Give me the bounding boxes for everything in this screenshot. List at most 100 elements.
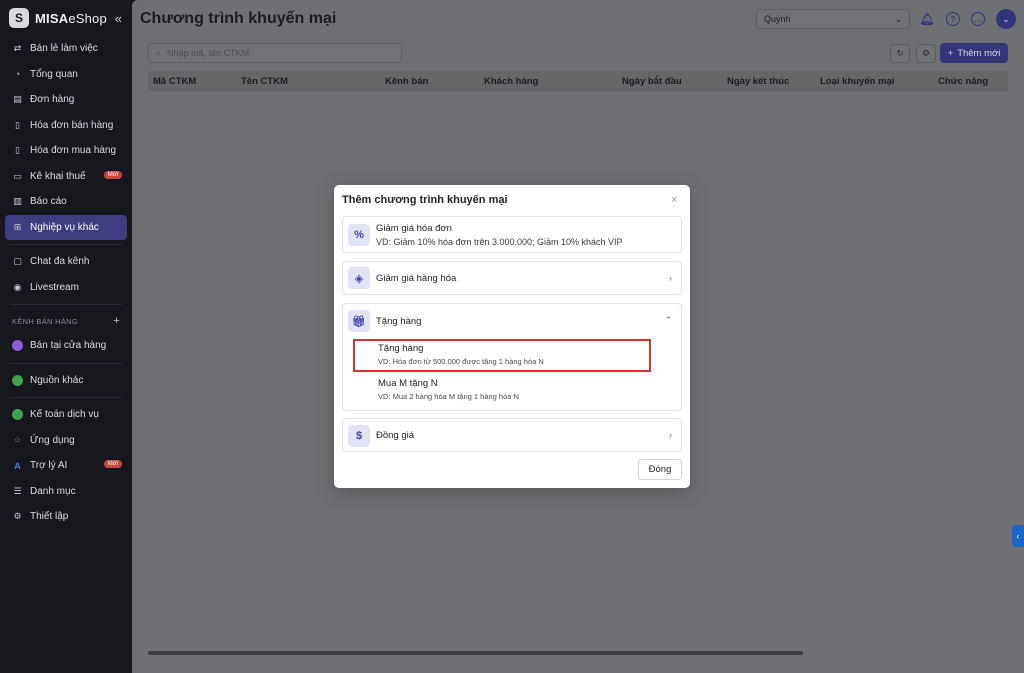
plus-icon: +: [947, 47, 954, 59]
chevron-down-icon: ⌄: [895, 14, 902, 24]
sidebar-item-chat[interactable]: ▢ Chat đa kênh: [0, 249, 132, 275]
sidebar-item-apps[interactable]: ⁘ Ứng dụng: [0, 428, 132, 454]
sidebar-item-label: Hóa đơn mua hàng: [30, 145, 117, 157]
other-source-channel-icon: [12, 374, 23, 386]
gift-icon: 🎁︎: [348, 310, 370, 332]
option-desc: VD: Giảm 10% hóa đơn trên 3.000.000; Giả…: [376, 237, 623, 247]
add-new-label: Thêm mới: [957, 47, 1001, 59]
apps-icon: ⁘: [13, 434, 22, 445]
add-promotion-dialog: Thêm chương trình khuyến mại × % Giảm gi…: [334, 185, 690, 488]
sidebar-item-accounting[interactable]: Kế toán dịch vụ: [0, 402, 132, 428]
add-channel-icon[interactable]: +: [113, 315, 120, 327]
search-icon: ⌕: [156, 47, 162, 58]
search-input[interactable]: ⌕ Nhập mã, tên CTKM: [148, 43, 402, 63]
sidebar-divider: [10, 362, 122, 364]
chat-icon: ▢: [13, 256, 22, 267]
sidebar-item-label: Nguồn khác: [30, 374, 84, 386]
new-badge: Mới: [103, 460, 122, 468]
dialog-title: Thêm chương trình khuyến mại: [342, 194, 508, 206]
chevron-right-icon: ›: [669, 430, 672, 440]
column-header[interactable]: Tên CTKM: [241, 76, 288, 87]
avatar[interactable]: ⌄: [996, 9, 1016, 29]
sidebar-item-store[interactable]: Bán tại cửa hàng: [0, 333, 132, 359]
horizontal-scrollbar[interactable]: [148, 651, 803, 655]
sidebar-item-label: Bán lẻ làm việc: [30, 43, 98, 55]
other-ops-icon: ⊞: [13, 221, 22, 232]
refresh-icon: ↻: [896, 48, 904, 58]
refresh-button[interactable]: ↻: [890, 44, 910, 63]
sidebar-item-label: Chat đa kênh: [30, 256, 90, 268]
invoice-discount-icon: %: [348, 224, 370, 246]
sidebar-item-label: Trợ lý AI: [30, 460, 68, 472]
sidebar-item-label: Hóa đơn bán hàng: [30, 119, 114, 131]
chevron-right-icon: ›: [669, 273, 672, 283]
brand-row: S MISAeShop «: [0, 0, 132, 36]
option-title: Đồng giá: [376, 430, 415, 441]
settings-button[interactable]: ⚙: [916, 44, 936, 63]
close-icon[interactable]: ×: [671, 194, 677, 206]
close-button[interactable]: Đóng: [638, 459, 682, 480]
sidebar-item-workspace[interactable]: ⇄ Bán lẻ làm việc: [0, 36, 132, 62]
option-product-discount[interactable]: ◈ Giảm giá hàng hóa ›: [342, 261, 682, 295]
column-header[interactable]: Kênh bán: [385, 76, 428, 87]
table-header: Mã CTKM Tên CTKM Kênh bán Khách hàng Ngà…: [148, 71, 1008, 91]
option-invoice-discount[interactable]: % Giảm giá hóa đơn VD: Giảm 10% hóa đơn …: [342, 216, 682, 253]
section-label: KÊNH BÁN HÀNG: [12, 316, 78, 326]
money-icon: $: [348, 425, 370, 447]
column-header[interactable]: Chức năng: [938, 76, 988, 87]
search-placeholder: Nhập mã, tên CTKM: [167, 48, 250, 58]
sidebar-item-tax[interactable]: ▭ Kê khai thuế Mới: [0, 164, 132, 190]
workflow-icon: ⇄: [13, 43, 22, 54]
avatar-chevron: ⌄: [1002, 13, 1010, 24]
sidebar-item-sales-invoice[interactable]: ▯ Hóa đơn bán hàng: [0, 113, 132, 139]
column-header[interactable]: Loại khuyến mại: [820, 76, 894, 87]
brand-thin: eShop: [68, 10, 107, 26]
sidebar-item-purchase-invoice[interactable]: ▯ Hóa đơn mua hàng: [0, 138, 132, 164]
sidebar-item-ai-assistant[interactable]: A Trợ lý AI Mới: [0, 453, 132, 479]
sidebar-divider: [10, 397, 122, 398]
sidebar-item-catalog[interactable]: ☰ Danh mục: [0, 479, 132, 505]
store-channel-icon: [12, 340, 23, 352]
help-icon[interactable]: ?: [946, 12, 960, 26]
more-icon[interactable]: …: [971, 12, 985, 26]
page-title: Chương trình khuyến mại: [140, 10, 337, 27]
sidebar-item-label: Ứng dụng: [30, 434, 75, 446]
tax-icon: ▭: [13, 170, 22, 181]
column-header[interactable]: Ngày bắt đầu: [622, 76, 682, 87]
misa-logo-icon: S: [9, 8, 29, 28]
new-badge: Mới: [103, 170, 122, 179]
brand-name: MISAeShop: [35, 11, 107, 26]
sidebar-item-livestream[interactable]: ◉ Livestream: [0, 275, 132, 301]
user-select[interactable]: Quỳnh ⌄: [756, 9, 910, 29]
option-same-price[interactable]: $ Đồng giá ›: [342, 418, 682, 452]
sidebar-item-overview[interactable]: ◔ Tổng quan: [0, 62, 132, 88]
sidebar-divider: [10, 304, 122, 305]
column-header[interactable]: Khách hàng: [484, 76, 538, 87]
sidebar-item-settings[interactable]: ⚙ Thiết lập: [0, 504, 132, 530]
sidebar-item-label: Tổng quan: [30, 68, 78, 80]
column-header[interactable]: Ngày kết thúc: [727, 76, 789, 87]
sidebar-item-label: Bán tại cửa hàng: [30, 340, 107, 352]
chevron-up-icon: ⌃: [664, 315, 672, 325]
order-icon: ▤: [13, 94, 22, 105]
sidebar: S MISAeShop « ⇄ Bán lẻ làm việc ◔ Tổng q…: [0, 0, 132, 673]
sidebar-item-other-operations[interactable]: ⊞ Nghiệp vụ khác: [5, 214, 127, 240]
bell-icon[interactable]: 🔔︎: [919, 12, 934, 26]
brand-bold: MISA: [35, 10, 69, 26]
sidebar-item-label: Danh mục: [30, 485, 76, 497]
column-header[interactable]: Mã CTKM: [153, 76, 196, 87]
expand-panel-icon[interactable]: ‹: [1012, 525, 1024, 547]
sidebar-item-label: Thiết lập: [30, 511, 69, 523]
collapse-sidebar-icon[interactable]: «: [115, 11, 122, 26]
sidebar-divider: [10, 244, 122, 245]
option-title: Giảm giá hàng hóa: [376, 273, 457, 284]
sidebar-item-other-source[interactable]: Nguồn khác: [0, 368, 132, 394]
add-new-button[interactable]: + Thêm mới: [940, 43, 1008, 63]
option-title: Giảm giá hóa đơn: [376, 223, 452, 234]
sidebar-item-reports[interactable]: ▥ Báo cáo: [0, 189, 132, 215]
sidebar-item-label: Nghiệp vụ khác: [30, 221, 99, 233]
sidebar-item-orders[interactable]: ▤ Đơn hàng: [0, 87, 132, 113]
sub-option-buy-m-get-n[interactable]: Mua M tặng N VD: Mua 2 hàng hóa M tặng 1…: [378, 378, 519, 401]
sub-option-desc: VD: Mua 2 hàng hóa M tặng 1 hàng hóa N: [378, 392, 519, 401]
price-tag-icon: ◈: [348, 267, 370, 289]
